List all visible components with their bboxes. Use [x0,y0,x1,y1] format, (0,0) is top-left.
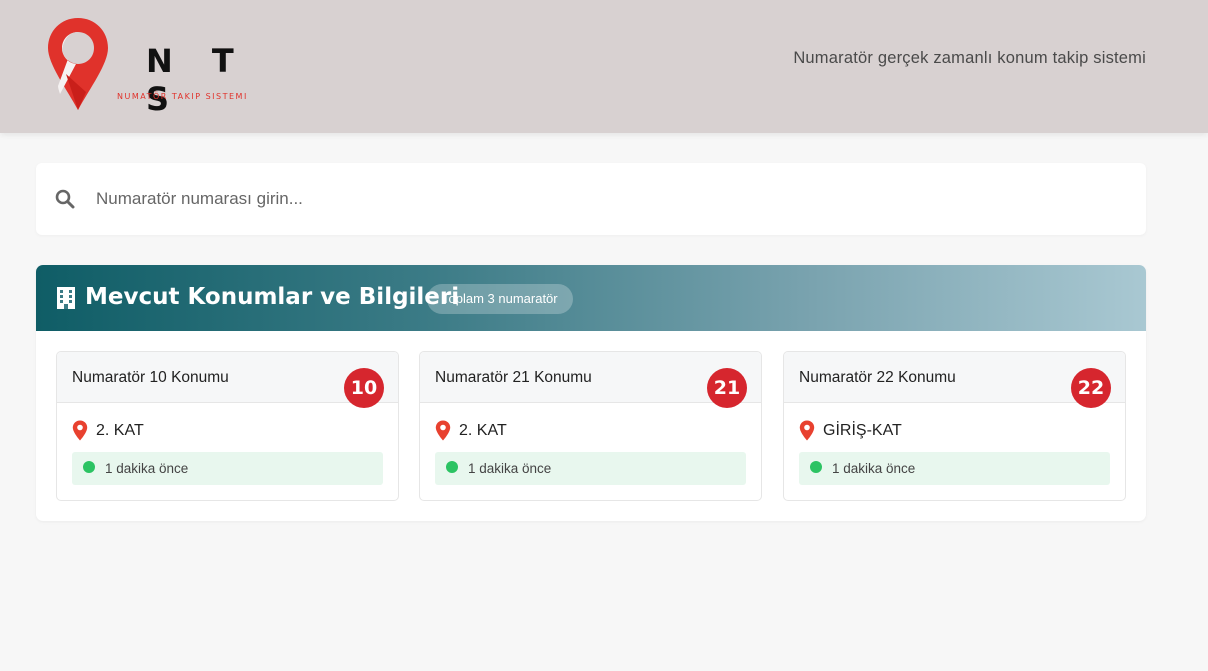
card-title: Numaratör 22 Konumu [799,369,956,386]
map-marker-icon [799,420,815,441]
logo-text: N T S [146,42,248,118]
status-text: 1 dakika önce [468,461,552,476]
map-marker-icon [435,420,451,441]
header-tagline: Numaratör gerçek zamanlı konum takip sis… [793,49,1146,67]
status-bar: 1 dakika önce [435,452,746,485]
location-card[interactable]: Numaratör 21 Konumu 21 2. KAT 1 dakika ö… [419,351,762,501]
map-marker-icon [72,420,88,441]
count-badge: Toplam 3 numaratör [427,284,573,314]
location-text: GİRİŞ-KAT [823,422,902,439]
card-title: Numaratör 10 Konumu [72,369,229,386]
status-dot-icon [446,461,458,473]
panel-title: Mevcut Konumlar ve Bilgileri [85,284,460,310]
location-text: 2. KAT [96,422,144,439]
logo-pin-icon [48,18,108,110]
location-card[interactable]: Numaratör 10 Konumu 10 2. KAT 1 dakika ö… [56,351,399,501]
logo-subtitle: NUMATÖR TAKIP SISTEMI [117,92,248,101]
search-input[interactable] [96,185,1116,213]
number-badge: 21 [707,368,747,408]
number-badge: 10 [344,368,384,408]
card-header: Numaratör 22 Konumu 22 [784,352,1125,408]
locations-panel: Mevcut Konumlar ve Bilgileri Toplam 3 nu… [36,265,1146,521]
card-title: Numaratör 21 Konumu [435,369,592,386]
card-header: Numaratör 21 Konumu 21 [420,352,761,408]
nts-logo[interactable]: N T S NUMATÖR TAKIP SISTEMI [46,16,296,118]
panel-header: Mevcut Konumlar ve Bilgileri Toplam 3 nu… [36,265,1146,331]
status-bar: 1 dakika önce [72,452,383,485]
building-icon [57,287,75,309]
search-icon [55,189,75,209]
number-badge: 22 [1071,368,1111,408]
location-text: 2. KAT [459,422,507,439]
app-header: N T S NUMATÖR TAKIP SISTEMI Numaratör ge… [0,0,1208,133]
search-box [36,163,1146,235]
status-dot-icon [810,461,822,473]
card-header: Numaratör 10 Konumu 10 [57,352,398,408]
status-bar: 1 dakika önce [799,452,1110,485]
status-text: 1 dakika önce [832,461,916,476]
status-text: 1 dakika önce [105,461,189,476]
status-dot-icon [83,461,95,473]
location-card[interactable]: Numaratör 22 Konumu 22 GİRİŞ-KAT 1 dakik… [783,351,1126,501]
